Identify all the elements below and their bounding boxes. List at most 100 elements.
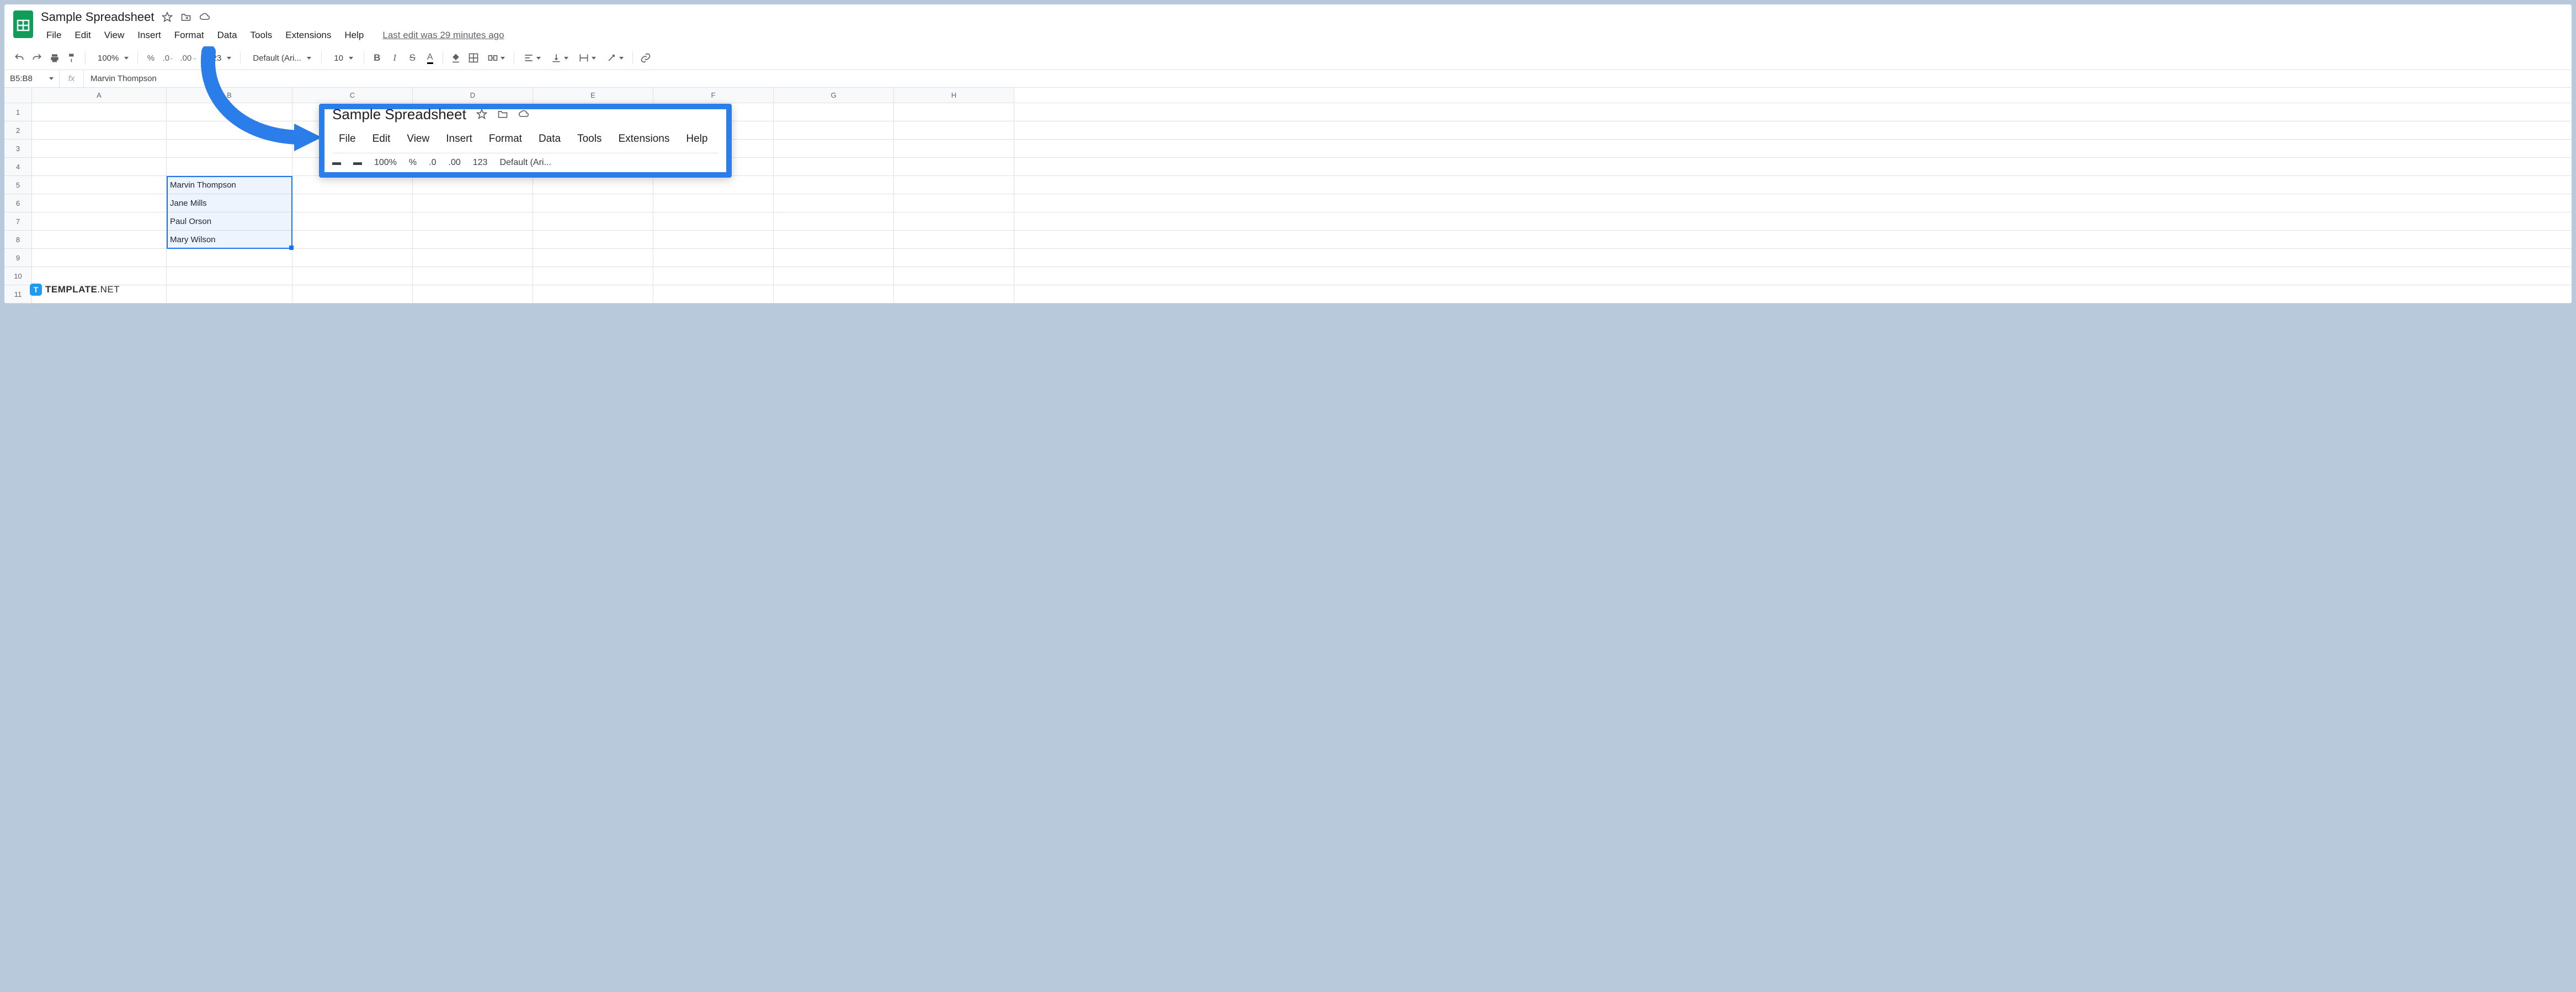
column-header[interactable]: F: [653, 88, 774, 103]
star-icon[interactable]: [162, 12, 173, 23]
cell[interactable]: [894, 194, 1014, 212]
italic-button[interactable]: I: [386, 50, 403, 66]
menu-data[interactable]: Data: [212, 28, 243, 43]
cell[interactable]: [774, 212, 894, 230]
print-button[interactable]: [46, 50, 63, 66]
cell[interactable]: [32, 267, 167, 285]
column-header[interactable]: B: [167, 88, 292, 103]
cell[interactable]: [32, 103, 167, 121]
cell[interactable]: [292, 267, 413, 285]
cell[interactable]: [413, 176, 533, 194]
cell[interactable]: [413, 194, 533, 212]
cell[interactable]: [653, 285, 774, 303]
cell[interactable]: [167, 103, 292, 121]
cell[interactable]: [32, 212, 167, 230]
row-header[interactable]: 6: [4, 194, 32, 212]
menu-view[interactable]: View: [99, 28, 130, 43]
merge-cells-dropdown[interactable]: [483, 50, 509, 66]
cell[interactable]: [32, 176, 167, 194]
paint-format-button[interactable]: [64, 50, 81, 66]
redo-button[interactable]: [29, 50, 45, 66]
cell[interactable]: [32, 231, 167, 248]
borders-button[interactable]: [465, 50, 482, 66]
cell[interactable]: [533, 285, 653, 303]
cell[interactable]: [167, 285, 292, 303]
number-format-dropdown[interactable]: 123: [200, 50, 236, 66]
insert-link-button[interactable]: [637, 50, 654, 66]
menu-file[interactable]: File: [41, 28, 67, 43]
cell[interactable]: [413, 231, 533, 248]
menu-file[interactable]: File: [332, 131, 363, 147]
decrease-decimal-button[interactable]: .0←: [160, 50, 177, 66]
font-dropdown[interactable]: Default (Ari...: [245, 50, 317, 66]
cell[interactable]: [653, 212, 774, 230]
column-header[interactable]: E: [533, 88, 653, 103]
cell[interactable]: [413, 267, 533, 285]
text-wrap-dropdown[interactable]: [574, 50, 600, 66]
menu-data[interactable]: Data: [532, 131, 567, 147]
cell[interactable]: [533, 212, 653, 230]
cell[interactable]: [894, 285, 1014, 303]
name-box[interactable]: B5:B8: [4, 70, 60, 87]
cell[interactable]: [894, 176, 1014, 194]
cell[interactable]: [653, 194, 774, 212]
cell[interactable]: [774, 231, 894, 248]
cell[interactable]: Mary Wilson: [167, 231, 292, 248]
cell[interactable]: [653, 231, 774, 248]
cell[interactable]: [653, 249, 774, 266]
document-title[interactable]: Sample Spreadsheet: [41, 10, 154, 24]
menu-extensions[interactable]: Extensions: [280, 28, 337, 43]
menu-view[interactable]: View: [400, 131, 436, 147]
cell[interactable]: [894, 249, 1014, 266]
horizontal-align-dropdown[interactable]: [519, 50, 545, 66]
cell[interactable]: [413, 212, 533, 230]
row-header[interactable]: 4: [4, 158, 32, 175]
cell[interactable]: [894, 103, 1014, 121]
menu-format[interactable]: Format: [169, 28, 210, 43]
cell[interactable]: [167, 158, 292, 175]
cell[interactable]: [653, 267, 774, 285]
cell[interactable]: [292, 176, 413, 194]
cell[interactable]: [774, 140, 894, 157]
fill-color-button[interactable]: [448, 50, 464, 66]
cell[interactable]: [774, 103, 894, 121]
cell[interactable]: [292, 249, 413, 266]
cell[interactable]: [32, 121, 167, 139]
menu-insert[interactable]: Insert: [132, 28, 167, 43]
menu-help[interactable]: Help: [339, 28, 369, 43]
select-all-corner[interactable]: [4, 88, 32, 103]
last-edit-link[interactable]: Last edit was 29 minutes ago: [382, 30, 504, 41]
row-header[interactable]: 1: [4, 103, 32, 121]
cell[interactable]: Marvin Thompson: [167, 176, 292, 194]
undo-button[interactable]: [11, 50, 28, 66]
cell[interactable]: [292, 212, 413, 230]
strikethrough-button[interactable]: S: [404, 50, 421, 66]
cell[interactable]: [533, 231, 653, 248]
cell[interactable]: [32, 194, 167, 212]
cell[interactable]: [167, 121, 292, 139]
cell[interactable]: [653, 176, 774, 194]
cell[interactable]: [533, 194, 653, 212]
move-folder-icon[interactable]: [180, 12, 191, 23]
text-color-button[interactable]: A: [422, 50, 438, 66]
cell[interactable]: [774, 249, 894, 266]
font-size-dropdown[interactable]: 10: [326, 50, 359, 66]
column-header[interactable]: A: [32, 88, 167, 103]
cell[interactable]: [533, 267, 653, 285]
cell[interactable]: [774, 194, 894, 212]
cell[interactable]: [533, 176, 653, 194]
row-header[interactable]: 2: [4, 121, 32, 139]
cell[interactable]: [533, 249, 653, 266]
row-header[interactable]: 10: [4, 267, 32, 285]
column-header[interactable]: D: [413, 88, 533, 103]
column-header[interactable]: C: [292, 88, 413, 103]
text-rotation-dropdown[interactable]: [602, 50, 628, 66]
cell[interactable]: [413, 285, 533, 303]
cell[interactable]: [292, 231, 413, 248]
cell[interactable]: [774, 121, 894, 139]
bold-button[interactable]: B: [369, 50, 385, 66]
cell[interactable]: [774, 285, 894, 303]
row-header[interactable]: 9: [4, 249, 32, 266]
cell[interactable]: [894, 158, 1014, 175]
cell[interactable]: [167, 249, 292, 266]
